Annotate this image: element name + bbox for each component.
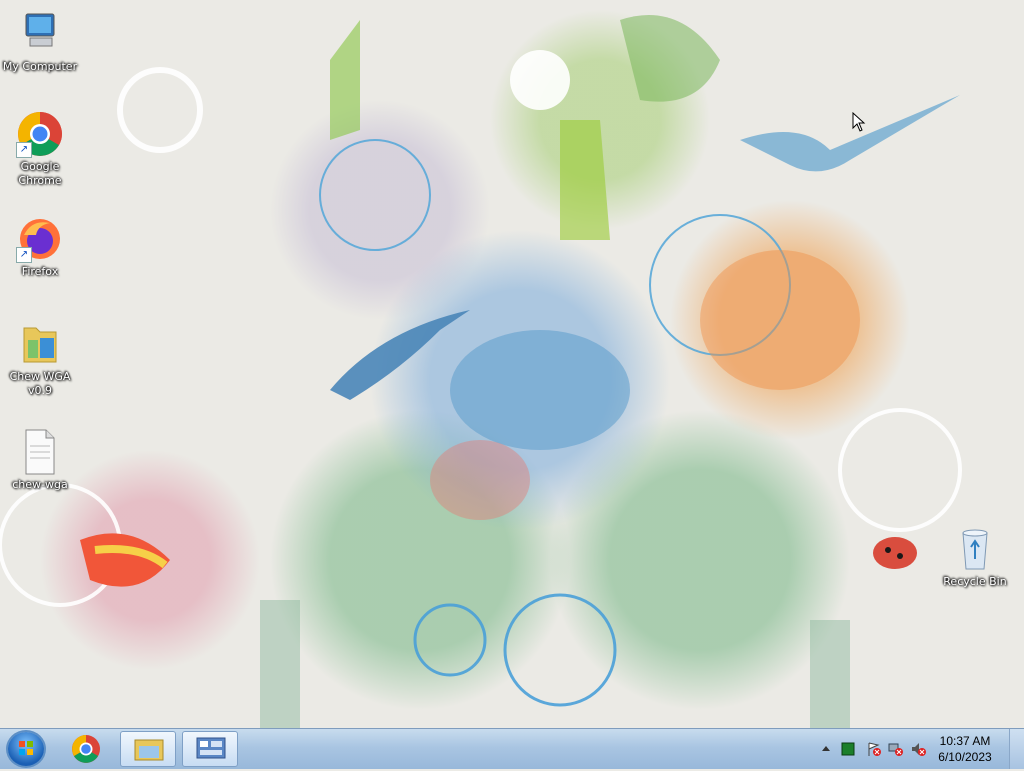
shortcut-arrow-icon: ↗ <box>16 247 32 263</box>
show-desktop-button[interactable] <box>1009 729 1024 769</box>
desktop-icon-chew-wga-folder[interactable]: Chew WGA v0.9 <box>0 320 80 398</box>
windows-logo-icon <box>19 741 33 755</box>
folder-icon <box>16 320 64 368</box>
clock-time: 10:37 AM <box>939 734 991 748</box>
wallpaper-art <box>0 15 962 728</box>
control-panel-icon <box>196 737 226 759</box>
desktop-icon-firefox[interactable]: ↗ Firefox <box>0 215 80 279</box>
desktop-icon-label: Recycle Bin <box>943 575 1007 588</box>
taskbar-chrome-button[interactable] <box>58 731 114 767</box>
volume-muted-icon[interactable] <box>910 741 926 757</box>
file-icon <box>16 428 64 476</box>
desktop-icon-chew-wga-file[interactable]: chew-wga <box>0 428 80 492</box>
system-tray: 10:37 AM 6/10/2023 <box>814 729 1024 769</box>
clock[interactable]: 10:37 AM 6/10/2023 <box>930 733 1000 765</box>
computer-icon <box>16 10 64 58</box>
nvidia-tray-icon[interactable] <box>840 741 856 757</box>
desktop-icon-label: Firefox <box>21 265 59 278</box>
desktop-icon-label: Google Chrome <box>18 160 62 187</box>
explorer-icon <box>134 739 164 761</box>
taskbar-explorer-button[interactable] <box>120 731 176 767</box>
desktop-icon-label: Chew WGA v0.9 <box>9 370 71 397</box>
chrome-icon <box>72 735 100 763</box>
action-center-flag-icon[interactable] <box>866 741 882 757</box>
taskbar[interactable]: 10:37 AM 6/10/2023 <box>0 728 1024 769</box>
desktop-icon-label: My Computer <box>2 60 78 73</box>
show-hidden-icons-chevron-icon[interactable] <box>818 741 834 757</box>
desktop-icon-google-chrome[interactable]: ↗ Google Chrome <box>0 110 80 188</box>
desktop-icon-my-computer[interactable]: My Computer <box>0 10 80 74</box>
taskbar-control-panel-button[interactable] <box>182 731 238 767</box>
desktop-icon-recycle-bin[interactable]: Recycle Bin <box>935 525 1015 589</box>
firefox-icon: ↗ <box>16 215 64 263</box>
shortcut-arrow-icon: ↗ <box>16 142 32 158</box>
chrome-icon: ↗ <box>16 110 64 158</box>
desktop[interactable]: My Computer ↗ Google Chrome ↗ Firefox Ch… <box>0 0 1024 728</box>
network-disconnected-icon[interactable] <box>888 741 904 757</box>
clock-date: 6/10/2023 <box>938 750 992 764</box>
start-button[interactable] <box>8 732 44 766</box>
desktop-icon-label: chew-wga <box>12 478 68 491</box>
mouse-cursor-icon <box>852 112 866 132</box>
recycle-bin-icon <box>951 525 999 573</box>
